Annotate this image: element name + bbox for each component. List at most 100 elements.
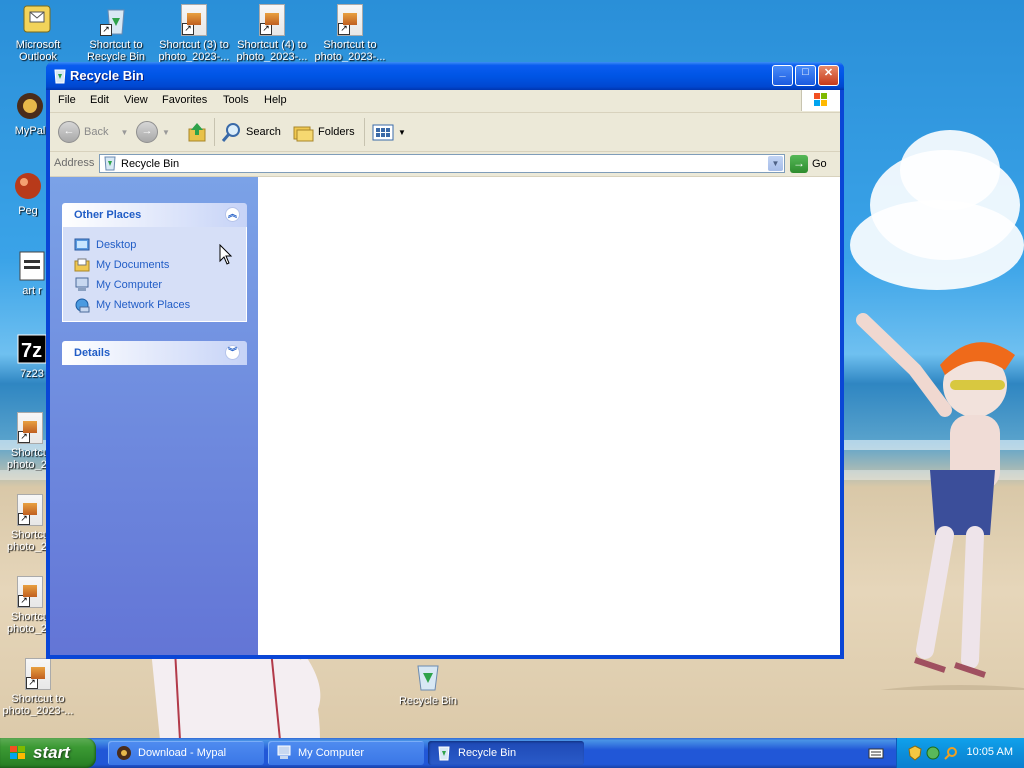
details-header[interactable]: Details ︾ xyxy=(62,341,247,365)
folders-label: Folders xyxy=(318,126,355,138)
desktop-icon-shortcut-4-photo[interactable]: ↗ Shortcut (4) to photo_2023-... xyxy=(234,4,310,63)
other-places-title: Other Places xyxy=(74,209,142,221)
folders-button[interactable]: Folders xyxy=(292,120,355,144)
mypal-icon xyxy=(14,90,46,122)
search-icon xyxy=(221,123,240,142)
window-title: Recycle Bin xyxy=(70,68,144,83)
menu-edit[interactable]: Edit xyxy=(90,94,109,106)
back-label: Back xyxy=(84,126,109,138)
photo-file-icon: ↗ xyxy=(259,4,285,36)
security-shield-icon[interactable] xyxy=(907,745,923,761)
menu-help[interactable]: Help xyxy=(264,94,287,106)
title-bar[interactable]: Recycle Bin _ □ ✕ xyxy=(46,62,844,90)
desktop-icon-label: Shortcut (3) to xyxy=(159,39,229,51)
desktop-icon-outlook[interactable]: Microsoft Outlook xyxy=(0,4,76,63)
desktop-icon-label: Shortcut to xyxy=(11,693,65,705)
network-places-icon xyxy=(75,298,90,313)
menu-bar: File Edit View Favorites Tools Help xyxy=(50,90,840,113)
desktop-icon-label: Shortcut (4) to xyxy=(237,39,307,51)
cloud-shape xyxy=(900,130,1000,210)
minimize-button[interactable]: _ xyxy=(772,65,793,86)
recycle-bin-icon xyxy=(104,156,116,171)
up-folder-button[interactable] xyxy=(186,120,208,144)
shortcut-arrow-icon: ↗ xyxy=(18,595,30,607)
go-arrow-icon: → xyxy=(790,155,808,173)
back-arrow-icon: ← xyxy=(58,121,80,143)
maximize-button[interactable]: □ xyxy=(795,65,816,86)
forward-arrow-icon: → xyxy=(136,121,158,143)
taskbar-button-mypal[interactable]: Download - Mypal xyxy=(108,741,264,765)
details-title: Details xyxy=(74,347,111,359)
views-icon xyxy=(372,124,394,141)
cartoon-figure-image xyxy=(856,313,1024,690)
back-button[interactable]: ← Back ▼ xyxy=(58,120,128,144)
document-icon xyxy=(16,250,48,282)
start-label: start xyxy=(33,743,70,762)
desktop-icon-label: Microsoft xyxy=(15,39,61,51)
collapse-chevron-icon[interactable]: ︽ xyxy=(225,207,240,222)
minimize-icon: _ xyxy=(779,66,786,78)
place-link-my-computer[interactable]: My Computer xyxy=(74,275,246,295)
close-button[interactable]: ✕ xyxy=(818,65,839,86)
photo-file-icon: ↗ xyxy=(337,4,363,36)
taskbar-button-recycle-bin[interactable]: Recycle Bin xyxy=(428,741,584,765)
shortcut-arrow-icon: ↗ xyxy=(26,677,38,689)
start-button[interactable]: start xyxy=(0,738,96,768)
place-link-my-network-places[interactable]: My Network Places xyxy=(74,295,246,315)
views-button[interactable]: ▼ xyxy=(372,120,406,144)
my-computer-icon xyxy=(75,277,89,291)
folders-icon xyxy=(293,126,314,142)
windows-logo-icon xyxy=(801,90,840,111)
address-dropdown-icon[interactable]: ▼ xyxy=(768,156,783,171)
pegasus-icon xyxy=(12,170,44,202)
desktop-icon-recycle-bin[interactable]: Recycle Bin xyxy=(390,660,466,707)
clock[interactable]: 10:05 AM xyxy=(967,746,1013,758)
toolbar-separator xyxy=(364,118,365,146)
shortcut-arrow-icon: ↗ xyxy=(260,23,272,35)
maximize-icon: □ xyxy=(802,66,809,78)
desktop-icon-shortcut-3-photo[interactable]: ↗ Shortcut (3) to photo_2023-... xyxy=(156,4,232,63)
recycle-bin-icon: ↗ xyxy=(100,4,132,36)
place-link-label: Desktop xyxy=(96,239,137,251)
place-link-label: My Documents xyxy=(96,259,170,271)
search-tray-icon[interactable] xyxy=(943,745,959,761)
shortcut-arrow-icon: ↗ xyxy=(100,24,112,36)
desktop-icon-label: photo_2023-... xyxy=(2,705,74,717)
keyboard-icon[interactable] xyxy=(868,746,884,760)
place-link-label: My Network Places xyxy=(96,299,191,311)
address-label: Address xyxy=(54,157,95,169)
expand-chevron-icon[interactable]: ︾ xyxy=(225,345,240,360)
desktop-icon-shortcut-photo[interactable]: ↗ Shortcut to photo_2023-... xyxy=(312,4,388,63)
other-places-header[interactable]: Other Places ︽ xyxy=(62,203,247,227)
toolbar: ← Back ▼ → ▼ Search Folders ▼ xyxy=(50,113,840,152)
outlook-icon xyxy=(22,4,54,36)
mouse-cursor-icon xyxy=(219,244,233,265)
search-button[interactable]: Search xyxy=(220,120,281,144)
toolbar-separator xyxy=(214,118,215,146)
desktop-icon-shortcut-photo[interactable]: ↗ Shortcut to photo_2023-... xyxy=(0,658,76,717)
menu-file[interactable]: File xyxy=(58,94,76,106)
windows-flag-icon xyxy=(10,746,25,759)
recycle-bin-window: Recycle Bin _ □ ✕ File Edit View Favorit… xyxy=(46,62,844,659)
photo-file-icon: ↗ xyxy=(181,4,207,36)
go-button[interactable]: → Go xyxy=(790,154,836,174)
shortcut-arrow-icon: ↗ xyxy=(18,431,30,443)
search-label: Search xyxy=(246,126,281,138)
file-list-pane[interactable] xyxy=(258,177,840,655)
desktop-icon-shortcut-recycle-bin[interactable]: ↗ Shortcut to Recycle Bin xyxy=(78,4,154,63)
photo-file-icon: ↗ xyxy=(17,412,43,444)
svg-text:7z: 7z xyxy=(21,340,42,362)
address-input[interactable]: Recycle Bin ▼ xyxy=(99,154,785,173)
content-area: Other Places ︽ Desktop My Documents My C… xyxy=(50,177,840,655)
other-places-list: Desktop My Documents My Computer My Netw… xyxy=(62,227,247,322)
forward-button[interactable]: → ▼ xyxy=(136,120,170,144)
recycle-bin-icon xyxy=(438,746,450,761)
menu-favorites[interactable]: Favorites xyxy=(162,94,207,106)
menu-view[interactable]: View xyxy=(124,94,148,106)
back-dropdown-icon: ▼ xyxy=(120,127,129,137)
network-icon[interactable] xyxy=(925,745,941,761)
menu-tools[interactable]: Tools xyxy=(223,94,249,106)
taskbar-button-my-computer[interactable]: My Computer xyxy=(268,741,424,765)
my-computer-icon xyxy=(277,745,291,759)
close-icon: ✕ xyxy=(823,67,834,79)
